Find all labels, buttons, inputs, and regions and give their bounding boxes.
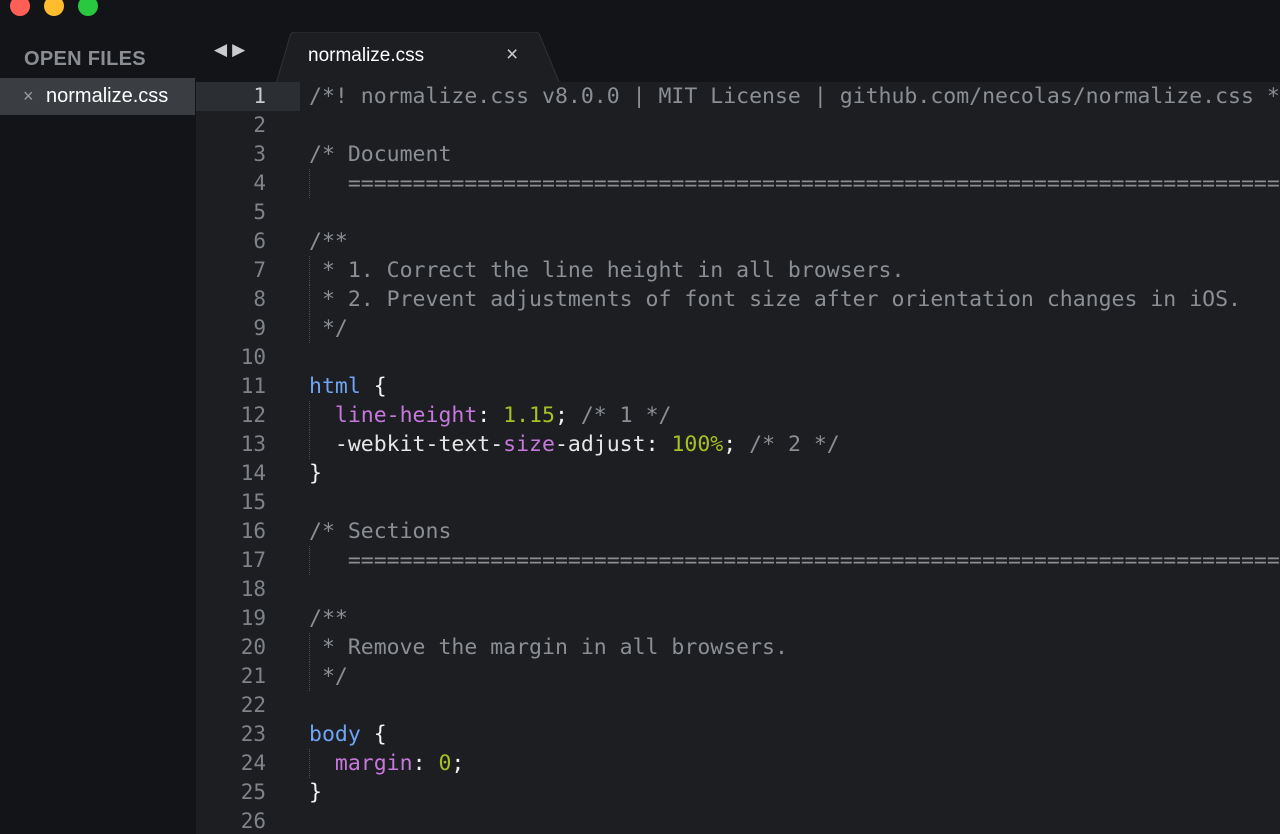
line-number: 23	[240, 722, 266, 746]
chevron-left-icon[interactable]: ◀	[214, 40, 232, 59]
line-number: 19	[240, 606, 266, 630]
code-token: size	[503, 432, 555, 457]
line-number: 5	[253, 200, 266, 224]
code-token: 1.15	[503, 403, 555, 428]
line-number: 15	[240, 490, 266, 514]
code-token: :	[477, 403, 504, 428]
line-number: 7	[253, 258, 266, 282]
code-line[interactable]: -webkit-text-size-adjust: 100%; /* 2 */	[309, 430, 840, 459]
line-number: 2	[253, 113, 266, 137]
editor-window: OPEN FILES × normalize.css ◀▶ normalize.…	[0, 0, 1280, 834]
line-number: 17	[240, 548, 266, 572]
code-line[interactable]: * Remove the margin in all browsers.	[309, 633, 788, 662]
code-token: * 2. Prevent adjustments of font size af…	[309, 287, 1241, 312]
code-token: /* 2 */	[749, 432, 840, 457]
line-number: 13	[240, 432, 266, 456]
nav-arrows: ◀▶	[214, 40, 250, 60]
line-number: 16	[240, 519, 266, 543]
line-number: 1	[253, 84, 266, 108]
code-token: ;	[451, 751, 465, 776]
code-line[interactable]: * 1. Correct the line height in all brow…	[309, 256, 905, 285]
code-token: :	[645, 432, 672, 457]
line-number: 20	[240, 635, 266, 659]
line-number: 14	[240, 461, 266, 485]
code-token: * 1. Correct the line height in all brow…	[309, 258, 905, 283]
code-line[interactable]: /*! normalize.css v8.0.0 | MIT License |…	[309, 82, 1280, 111]
code-token: /* Sections	[309, 519, 452, 544]
sidebar: OPEN FILES × normalize.css	[0, 0, 196, 834]
code-token: /* Document	[309, 142, 452, 167]
code-line[interactable]: body {	[309, 720, 387, 749]
code-line[interactable]: ========================================…	[309, 546, 1280, 575]
line-number: 3	[253, 142, 266, 166]
current-line-highlight	[196, 82, 300, 111]
code-line[interactable]: margin: 0;	[309, 749, 464, 778]
code-token: line-height	[334, 403, 478, 428]
tab-bar: ◀▶ normalize.css ×	[196, 0, 1280, 84]
sidebar-file-item[interactable]: × normalize.css	[0, 78, 195, 115]
line-number: 6	[253, 229, 266, 253]
line-number: 21	[240, 664, 266, 688]
line-number: 10	[240, 345, 266, 369]
line-number: 26	[240, 809, 266, 833]
code-token: ;	[723, 432, 750, 457]
close-icon[interactable]: ×	[506, 43, 518, 67]
code-line[interactable]: }	[309, 778, 322, 807]
code-line[interactable]: ========================================…	[309, 169, 1280, 198]
code-token: ========================================…	[309, 548, 1280, 573]
code-token: html	[309, 374, 361, 399]
code-token: ========================================…	[309, 171, 1280, 196]
code-token: {	[360, 722, 387, 747]
code-line[interactable]: /**	[309, 227, 348, 256]
code-editor[interactable]: 1 2 3 4 5 6 7 8 9 10 11 12 13 14 15 16 17 18 19 20 21 22 23 24 2…	[196, 82, 1280, 834]
line-number: 11	[240, 374, 266, 398]
code-token: -adjust	[554, 432, 646, 457]
sidebar-file-name: normalize.css	[46, 85, 169, 107]
code-token: /**	[309, 606, 348, 631]
code-token: /**	[309, 229, 348, 254]
code-token: }	[309, 461, 322, 486]
code-token: */	[309, 316, 348, 341]
line-number: 8	[253, 287, 266, 311]
code-line[interactable]: }	[309, 459, 322, 488]
code-token: }	[309, 780, 322, 805]
tab-label[interactable]: normalize.css	[308, 45, 424, 67]
code-token: 0	[438, 751, 452, 776]
code-line[interactable]: /* Sections	[309, 517, 451, 546]
chevron-right-icon[interactable]: ▶	[232, 40, 250, 59]
code-line[interactable]: line-height: 1.15; /* 1 */	[309, 401, 672, 430]
code-token: -webkit-text-	[309, 432, 504, 457]
line-number: 12	[240, 403, 266, 427]
code-line[interactable]: /* Document	[309, 140, 451, 169]
line-number: 9	[253, 316, 266, 340]
line-number: 24	[240, 751, 266, 775]
code-line[interactable]: */	[309, 314, 348, 343]
code-token: * Remove the margin in all browsers.	[309, 635, 788, 660]
code-token: 100%	[671, 432, 724, 457]
line-number: 25	[240, 780, 266, 804]
code-token: */	[309, 664, 348, 689]
code-token: {	[360, 374, 387, 399]
code-token: ;	[554, 403, 581, 428]
code-line[interactable]: */	[309, 662, 348, 691]
code-token: /* 1 */	[580, 403, 672, 428]
code-token: :	[412, 751, 439, 776]
code-token: margin	[334, 751, 413, 776]
sidebar-header: OPEN FILES	[24, 48, 146, 70]
code-line[interactable]: html {	[309, 372, 387, 401]
close-icon[interactable]: ×	[23, 86, 34, 107]
line-number: 4	[253, 171, 266, 195]
code-token: /*! normalize.css v8.0.0 | MIT License |…	[309, 84, 1280, 109]
code-line[interactable]: * 2. Prevent adjustments of font size af…	[309, 285, 1241, 314]
code-line[interactable]: /**	[309, 604, 348, 633]
line-gutter: 1 2 3 4 5 6 7 8 9 10 11 12 13 14 15 16 17 18 19 20 21 22 23 24 2…	[196, 82, 300, 834]
code-token: body	[309, 722, 361, 747]
line-number: 18	[240, 577, 266, 601]
line-number: 22	[240, 693, 266, 717]
